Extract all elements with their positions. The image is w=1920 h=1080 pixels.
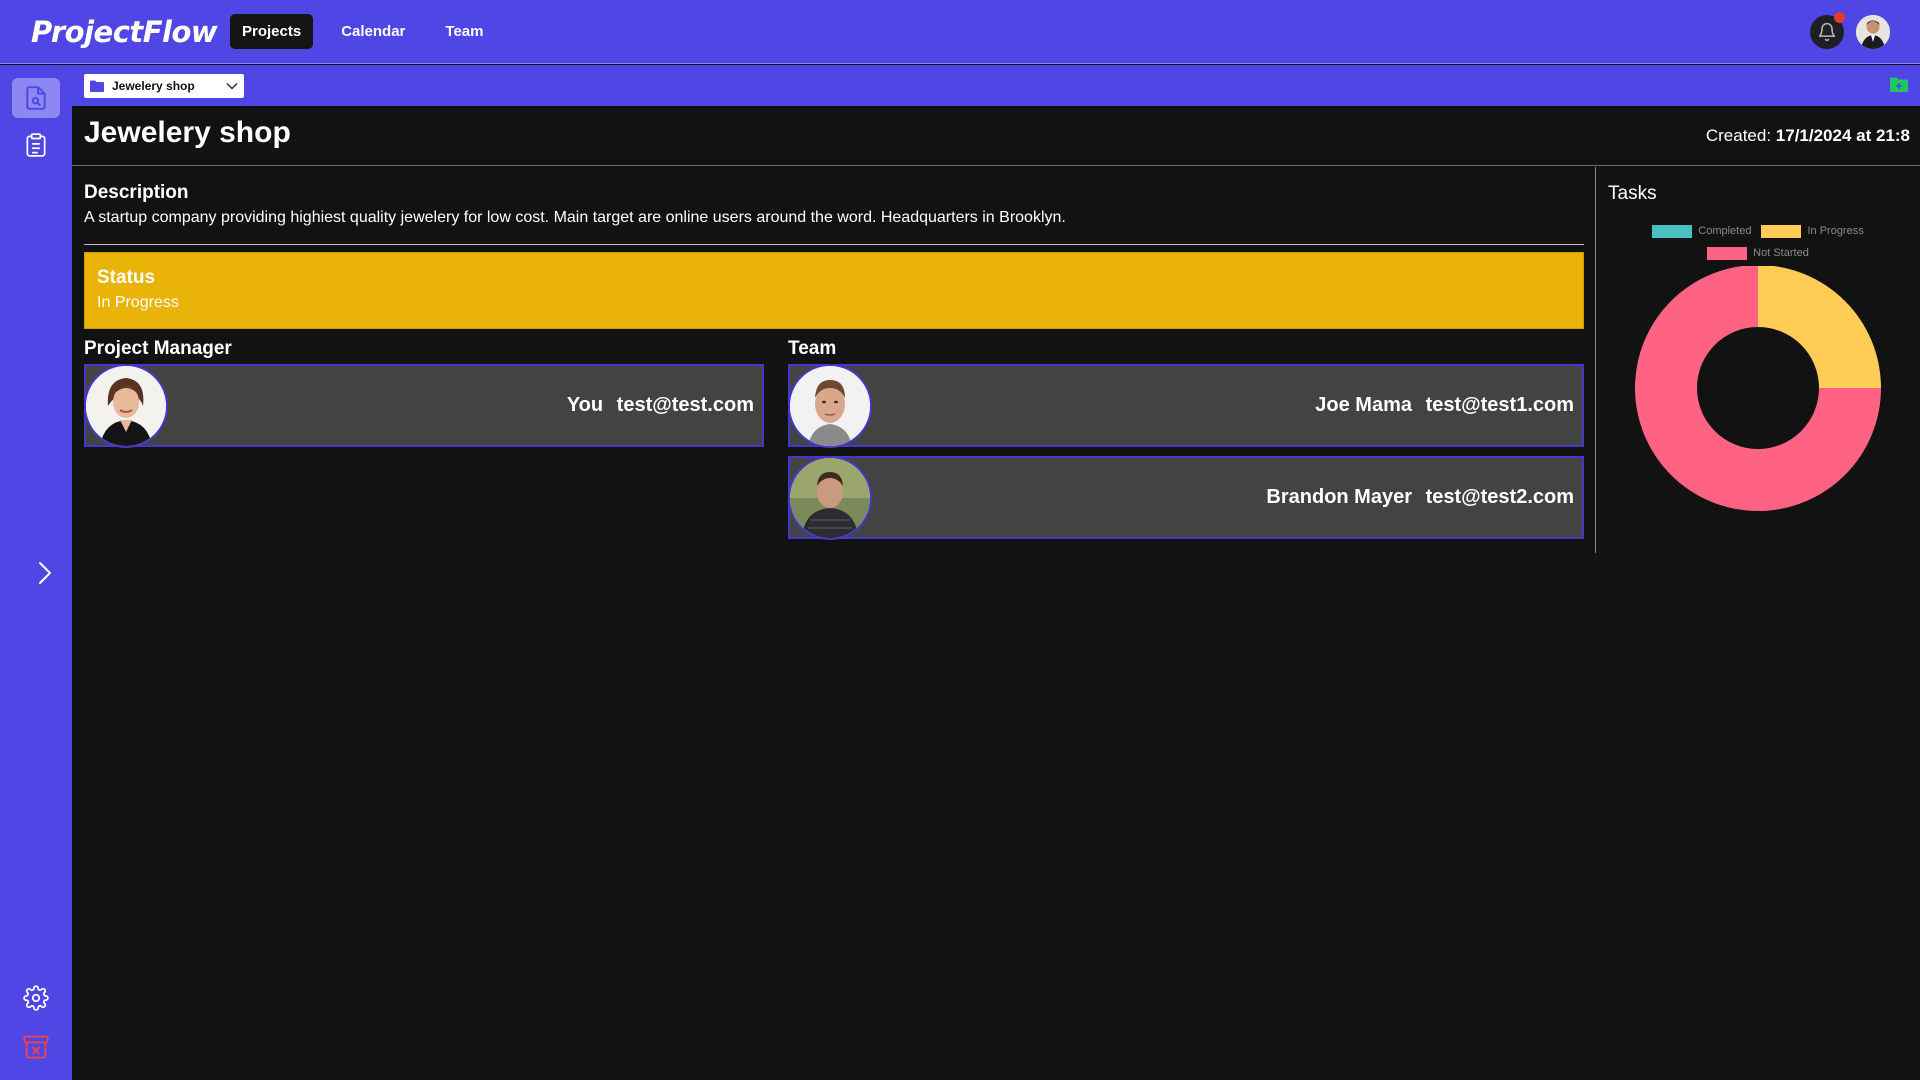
avatar [788, 364, 872, 448]
team-member-email: test@test2.com [1425, 486, 1574, 508]
legend-swatch [1761, 224, 1802, 238]
sidebar-delete-project[interactable] [12, 1027, 60, 1067]
legend-swatch [1652, 224, 1693, 238]
status-panel: Status In Progress [84, 252, 1584, 329]
legend-swatch [1707, 246, 1748, 260]
team-title: Team [788, 338, 837, 359]
manager-card[interactable]: You test@test.com [84, 364, 764, 448]
manager-name: You [566, 394, 604, 416]
legend-label: In Progress [1807, 225, 1864, 237]
donut-slice-in-progress[interactable] [1758, 266, 1881, 388]
manager-info: You test@test.com [567, 394, 754, 417]
legend-item-completed[interactable]: Completed [1652, 224, 1752, 238]
tasks-chart: Tasks Completed In Progress Not Started [1596, 166, 1920, 566]
add-project-button[interactable] [1890, 77, 1908, 97]
title-row: Jewelery shop Created: 17/1/2024 at 21:8 [72, 106, 1920, 166]
avatar [84, 364, 168, 448]
page-title: Jewelery shop [84, 116, 291, 149]
project-manager-title: Project Manager [84, 338, 232, 359]
project-toolbar: Jewelery shop [72, 65, 1920, 106]
sidebar-settings[interactable] [12, 978, 60, 1018]
team-member-info: Joe Mama test@test1.com [1315, 394, 1574, 417]
nav-team[interactable]: Team [433, 14, 495, 49]
created-label: Created: [1705, 126, 1772, 145]
folder-icon [90, 80, 104, 92]
chart-title: Tasks [1608, 183, 1657, 204]
legend-label: Completed [1698, 225, 1752, 237]
description-title: Description [84, 182, 189, 203]
left-sidebar [0, 65, 72, 1080]
sidebar-expand-button[interactable] [20, 553, 68, 593]
description-text: A startup company providing highiest qua… [84, 209, 1066, 226]
divider [84, 244, 1584, 245]
legend-item-in-progress[interactable]: In Progress [1761, 224, 1864, 238]
nav-projects[interactable]: Projects [230, 14, 314, 49]
created-date: Created: 17/1/2024 at 21:8 [1706, 126, 1910, 146]
status-title: Status [97, 267, 156, 288]
sidebar-project-tasks[interactable] [12, 125, 60, 165]
avatar [788, 456, 872, 540]
top-navbar: ProjectFlow Projects Calendar Team [0, 0, 1920, 64]
chart-legend: Completed In Progress Not Started [1596, 220, 1920, 264]
bell-icon [1818, 22, 1836, 41]
gear-icon [23, 985, 49, 1011]
legend-item-not-started[interactable]: Not Started [1707, 246, 1809, 260]
project-select[interactable]: Jewelery shop [84, 74, 244, 98]
team-member-info: Brandon Mayer test@test2.com [1266, 486, 1574, 509]
chevron-down-icon [226, 82, 238, 90]
user-avatar[interactable] [1856, 14, 1890, 49]
manager-email: test@test.com [616, 394, 754, 416]
team-member-card[interactable]: Joe Mama test@test1.com [788, 364, 1584, 448]
team-member-name: Brandon Mayer [1266, 486, 1412, 508]
project-select-value: Jewelery shop [112, 79, 195, 93]
document-search-icon [26, 86, 46, 110]
notifications-button[interactable] [1810, 11, 1845, 49]
donut-chart [1635, 266, 1881, 511]
team-member-name: Joe Mama [1315, 394, 1412, 416]
clipboard-list-icon [26, 133, 46, 157]
chevron-right-icon [39, 562, 51, 584]
team-member-card[interactable]: Brandon Mayer test@test2.com [788, 456, 1584, 540]
main-content: Jewelery shop Created: 17/1/2024 at 21:8… [72, 106, 1920, 1080]
main-nav: Projects Calendar Team [230, 14, 507, 49]
folder-plus-icon [1890, 77, 1908, 92]
notification-dot [1834, 11, 1845, 23]
status-value: In Progress [97, 294, 179, 311]
team-member-email: test@test1.com [1425, 394, 1574, 416]
nav-calendar[interactable]: Calendar [329, 14, 417, 49]
legend-label: Not Started [1753, 247, 1809, 259]
created-value: 17/1/2024 at 21:8 [1775, 126, 1910, 145]
sidebar-project-overview[interactable] [12, 78, 60, 118]
archive-x-icon [23, 1035, 49, 1059]
app-logo[interactable]: ProjectFlow [31, 15, 230, 49]
